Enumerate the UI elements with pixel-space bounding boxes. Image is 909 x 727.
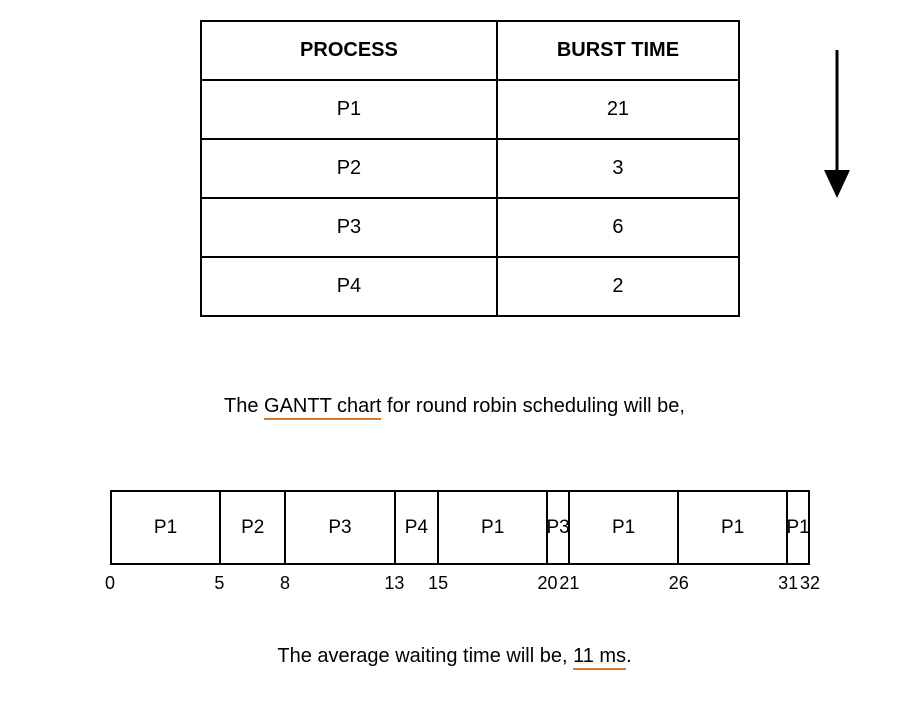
- header-burst-time: BURST TIME: [497, 21, 739, 80]
- gantt-tick: 13: [384, 573, 404, 594]
- gantt-tick: 8: [280, 573, 290, 594]
- header-process: PROCESS: [201, 21, 497, 80]
- cell-process: P3: [201, 198, 497, 257]
- cell-process: P2: [201, 139, 497, 198]
- gantt-tick: 21: [559, 573, 579, 594]
- caption-underlined: GANTT chart: [264, 395, 381, 420]
- gantt-row: P1P2P3P4P1P3P1P1P1: [110, 490, 810, 565]
- gantt-cell: P1: [679, 492, 788, 563]
- process-table: PROCESS BURST TIME P1 21 P2 3 P3 6 P4 2: [200, 20, 740, 317]
- gantt-cell: P3: [286, 492, 395, 563]
- table-row: P4 2: [201, 257, 739, 316]
- gantt-cell: P4: [396, 492, 440, 563]
- caption-text: .: [626, 645, 632, 667]
- arrow-down-icon: [820, 50, 854, 200]
- gantt-tick: 20: [537, 573, 557, 594]
- gantt-caption: The GANTT chart for round robin scheduli…: [0, 395, 909, 418]
- gantt-cell: P1: [439, 492, 548, 563]
- gantt-cell: P1: [570, 492, 679, 563]
- gantt-cell: P2: [221, 492, 286, 563]
- table-header-row: PROCESS BURST TIME: [201, 21, 739, 80]
- caption-text: The: [224, 395, 264, 417]
- cell-burst: 6: [497, 198, 739, 257]
- gantt-tick: 26: [669, 573, 689, 594]
- gantt-chart: P1P2P3P4P1P3P1P1P1 05813152021263132: [110, 490, 810, 593]
- table-row: P1 21: [201, 80, 739, 139]
- cell-burst: 3: [497, 139, 739, 198]
- caption-text: The average waiting time will be,: [277, 645, 573, 667]
- cell-burst: 21: [497, 80, 739, 139]
- caption-underlined: 11 ms: [573, 645, 626, 670]
- cell-process: P4: [201, 257, 497, 316]
- gantt-cell: P1: [112, 492, 221, 563]
- gantt-tick: 31: [778, 573, 798, 594]
- caption-text: for round robin scheduling will be,: [381, 395, 685, 417]
- gantt-cell: P3: [548, 492, 570, 563]
- page: PROCESS BURST TIME P1 21 P2 3 P3 6 P4 2: [0, 0, 909, 727]
- table-row: P2 3: [201, 139, 739, 198]
- cell-burst: 2: [497, 257, 739, 316]
- cell-process: P1: [201, 80, 497, 139]
- gantt-tick: 5: [214, 573, 224, 594]
- gantt-ticks: 05813152021263132: [110, 565, 810, 593]
- gantt-tick: 32: [800, 573, 820, 594]
- table-row: P3 6: [201, 198, 739, 257]
- avg-wait-caption: The average waiting time will be, 11 ms.: [0, 645, 909, 668]
- gantt-cell: P1: [788, 492, 810, 563]
- gantt-tick: 15: [428, 573, 448, 594]
- gantt-tick: 0: [105, 573, 115, 594]
